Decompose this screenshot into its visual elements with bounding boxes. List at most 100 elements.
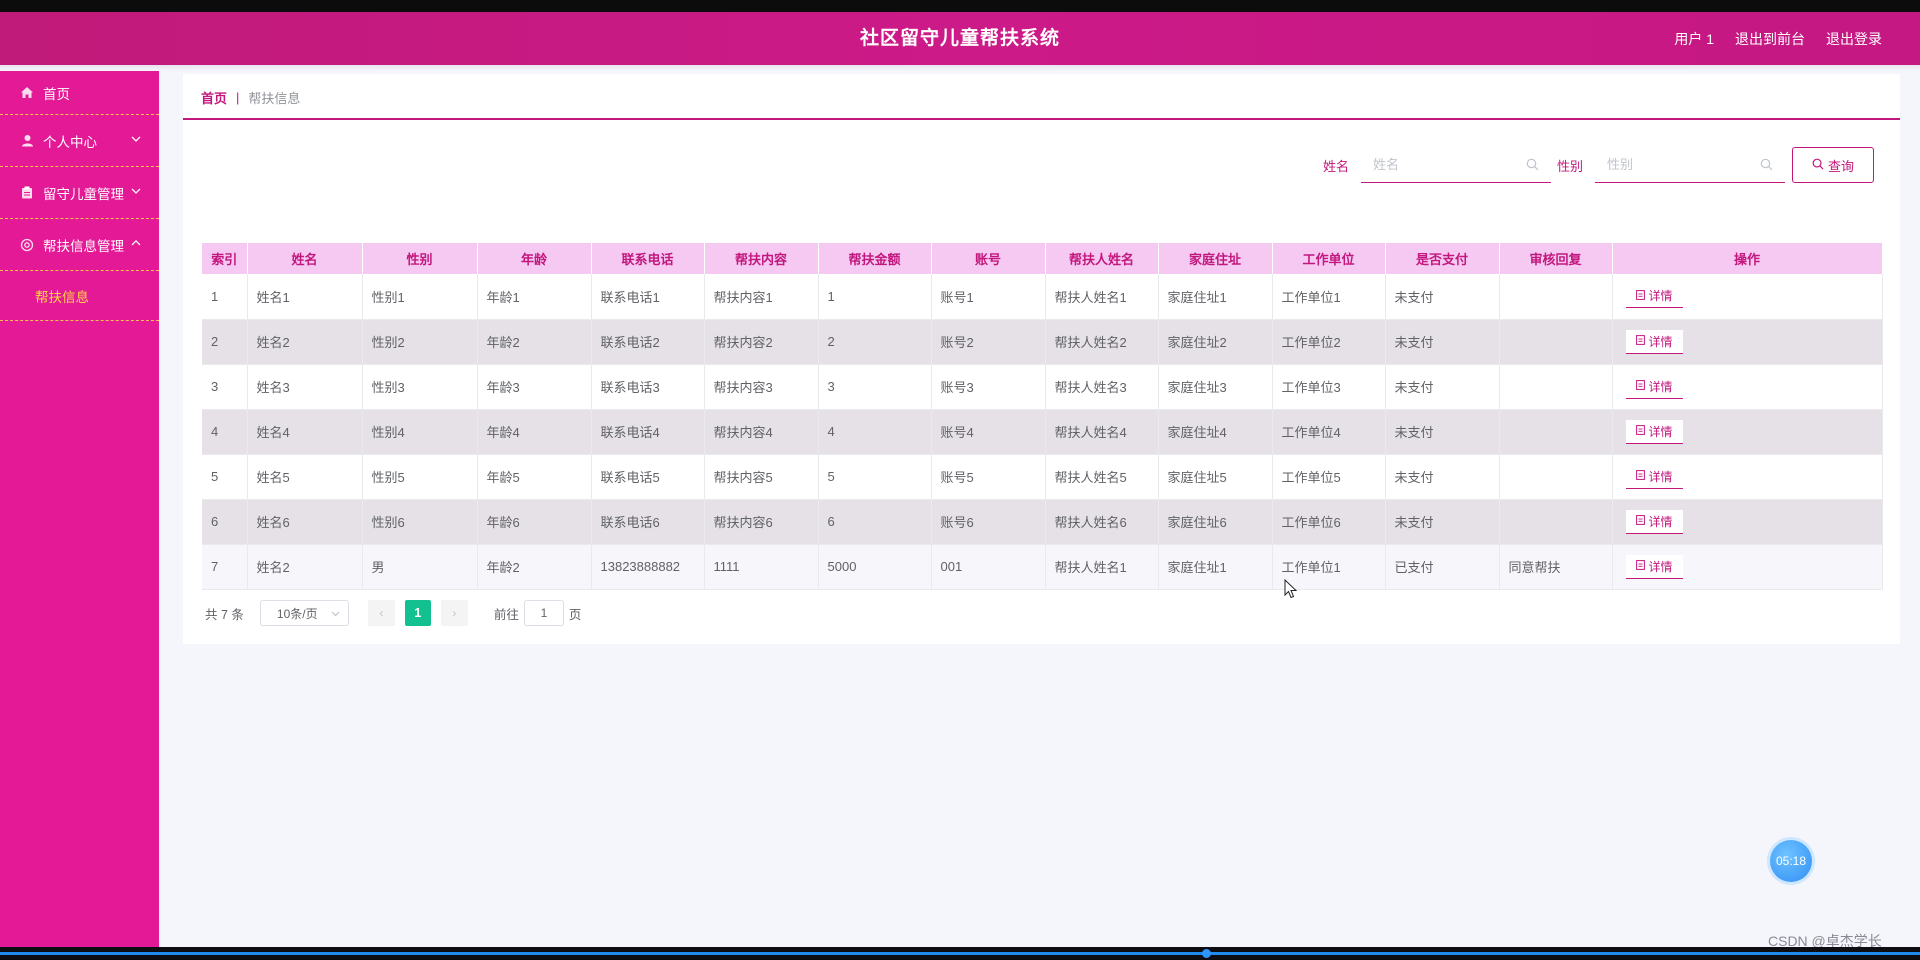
table-cell: 已支付 bbox=[1385, 544, 1500, 590]
goto-page-input[interactable] bbox=[523, 600, 564, 626]
search-name-group: 姓名 bbox=[1323, 146, 1552, 184]
document-icon bbox=[1635, 559, 1645, 573]
detail-button[interactable]: 详情 bbox=[1625, 464, 1683, 489]
table-cell: 2 bbox=[202, 319, 248, 365]
document-icon bbox=[1635, 379, 1645, 393]
column-header: 年龄 bbox=[477, 243, 592, 274]
name-search-input[interactable] bbox=[1361, 147, 1552, 182]
page-number-current[interactable]: 1 bbox=[404, 600, 431, 626]
table-cell: 6 bbox=[202, 499, 248, 545]
table-cell: 帮扶人姓名5 bbox=[1045, 454, 1159, 500]
sidebar-item-label: 个人中心 bbox=[43, 134, 97, 150]
table-cell: 性别4 bbox=[362, 409, 478, 455]
sidebar-item-aid-info-management[interactable]: 帮扶信息管理 bbox=[0, 219, 159, 271]
user-menu[interactable]: 用户 1 bbox=[1674, 29, 1714, 49]
name-input-wrap bbox=[1361, 147, 1552, 183]
table-cell-actions: 详情 bbox=[1612, 274, 1883, 320]
progress-track bbox=[0, 952, 1920, 955]
table-cell: 5 bbox=[202, 454, 248, 500]
table-cell: 2 bbox=[818, 319, 932, 365]
page-size-value: 10条/页 bbox=[276, 606, 318, 621]
sidebar-item-child-management[interactable]: 留守儿童管理 bbox=[0, 167, 159, 219]
table-cell: 4 bbox=[202, 409, 248, 455]
table-cell: 姓名3 bbox=[247, 364, 363, 410]
table-cell: 年龄6 bbox=[477, 499, 592, 545]
floating-timer-badge[interactable]: 05:18 bbox=[1770, 840, 1812, 882]
detail-button-label: 详情 bbox=[1648, 289, 1673, 304]
column-header: 帮扶人姓名 bbox=[1045, 243, 1159, 274]
search-gender-group: 性别 bbox=[1557, 146, 1786, 184]
table-cell: 工作单位2 bbox=[1272, 319, 1386, 365]
table-cell: 3 bbox=[202, 364, 248, 410]
pager-total: 共 7 条 bbox=[205, 607, 244, 622]
table-cell: 姓名2 bbox=[247, 319, 363, 365]
table-cell: 年龄2 bbox=[477, 544, 592, 590]
table-cell: 联系电话3 bbox=[591, 364, 705, 410]
detail-button-label: 详情 bbox=[1648, 559, 1673, 574]
table-cell: 未支付 bbox=[1385, 499, 1500, 545]
table-cell: 未支付 bbox=[1385, 409, 1500, 455]
chevron-down-icon bbox=[131, 186, 141, 197]
table-cell bbox=[1499, 454, 1613, 500]
detail-button-label: 详情 bbox=[1648, 379, 1673, 394]
table-cell: 联系电话4 bbox=[591, 409, 705, 455]
query-button[interactable]: 查询 bbox=[1792, 147, 1874, 183]
sidebar-item-home[interactable]: 首页 bbox=[0, 71, 159, 115]
table-cell: 账号2 bbox=[931, 319, 1046, 365]
document-icon bbox=[1635, 424, 1645, 438]
prev-page-button[interactable]: ‹ bbox=[367, 600, 395, 626]
table-row: 2 姓名2 性别2 年龄2 联系电话2 帮扶内容2 2 账号2 帮扶人姓名2 家庭住址2 工作单位2… bbox=[202, 319, 1883, 365]
table-cell: 家庭住址2 bbox=[1158, 319, 1273, 365]
table-cell: 帮扶人姓名6 bbox=[1045, 499, 1159, 545]
progress-knob[interactable] bbox=[1202, 949, 1211, 958]
clipboard-icon bbox=[20, 186, 34, 200]
header-shadow bbox=[0, 65, 1920, 71]
table-cell: 家庭住址6 bbox=[1158, 499, 1273, 545]
table-header-row: 索引 姓名 性别 年龄 联系电话 帮扶内容 帮扶金额 账号 帮扶人姓名 家庭住址 工作单位 是否支付审… bbox=[202, 243, 1883, 274]
sidebar-subitem-aid-info[interactable]: 帮扶信息 bbox=[0, 271, 159, 321]
breadcrumb-home[interactable]: 首页 bbox=[201, 88, 227, 107]
table-cell: 年龄3 bbox=[477, 364, 592, 410]
table-cell: 帮扶内容4 bbox=[704, 409, 819, 455]
sidebar-item-personal-center[interactable]: 个人中心 bbox=[0, 115, 159, 167]
table-cell: 姓名4 bbox=[247, 409, 363, 455]
table-cell: 7 bbox=[202, 544, 248, 590]
table-cell: 年龄4 bbox=[477, 409, 592, 455]
table-cell: 4 bbox=[818, 409, 932, 455]
page-size-select[interactable]: 10条/页 bbox=[259, 600, 349, 626]
table-cell: 联系电话2 bbox=[591, 319, 705, 365]
table-row: 6 姓名6 性别6 年龄6 联系电话6 帮扶内容6 6 账号6 帮扶人姓名6 家庭住址6 工作单位6… bbox=[202, 499, 1883, 545]
logout-link[interactable]: 退出登录 bbox=[1826, 29, 1882, 49]
header-actions: 用户 1 退出到前台 退出登录 bbox=[1674, 12, 1882, 65]
table-cell bbox=[1499, 409, 1613, 455]
detail-button[interactable]: 详情 bbox=[1625, 554, 1683, 579]
table-cell: 帮扶内容3 bbox=[704, 364, 819, 410]
search-icon bbox=[1526, 158, 1539, 174]
chevron-left-icon: ‹ bbox=[379, 606, 384, 620]
next-page-button[interactable]: › bbox=[440, 600, 468, 626]
column-header: 操作 bbox=[1612, 243, 1883, 274]
detail-button[interactable]: 详情 bbox=[1625, 374, 1683, 399]
table-cell: 帮扶人姓名1 bbox=[1045, 544, 1159, 590]
detail-button[interactable]: 详情 bbox=[1625, 419, 1683, 444]
table-cell: 工作单位4 bbox=[1272, 409, 1386, 455]
detail-button[interactable]: 详情 bbox=[1625, 329, 1683, 354]
breadcrumb: 首页 | 帮扶信息 bbox=[201, 88, 300, 107]
table-cell: 家庭住址4 bbox=[1158, 409, 1273, 455]
column-header: 性别 bbox=[362, 243, 478, 274]
top-black-bar bbox=[0, 0, 1920, 12]
table-cell: 联系电话5 bbox=[591, 454, 705, 500]
back-to-front-link[interactable]: 退出到前台 bbox=[1735, 29, 1805, 49]
table-cell: 帮扶内容2 bbox=[704, 319, 819, 365]
detail-button-label: 详情 bbox=[1648, 424, 1673, 439]
column-header: 工作单位 bbox=[1272, 243, 1386, 274]
table-cell-actions: 详情 bbox=[1612, 499, 1883, 545]
sidebar-item-label: 留守儿童管理 bbox=[43, 186, 124, 202]
gender-search-input[interactable] bbox=[1595, 147, 1786, 182]
table-cell: 账号1 bbox=[931, 274, 1046, 320]
table-cell: 未支付 bbox=[1385, 319, 1500, 365]
detail-button[interactable]: 详情 bbox=[1625, 284, 1683, 309]
table-cell: 13823888882 bbox=[591, 544, 705, 590]
search-icon bbox=[1812, 158, 1824, 173]
detail-button[interactable]: 详情 bbox=[1625, 509, 1683, 534]
